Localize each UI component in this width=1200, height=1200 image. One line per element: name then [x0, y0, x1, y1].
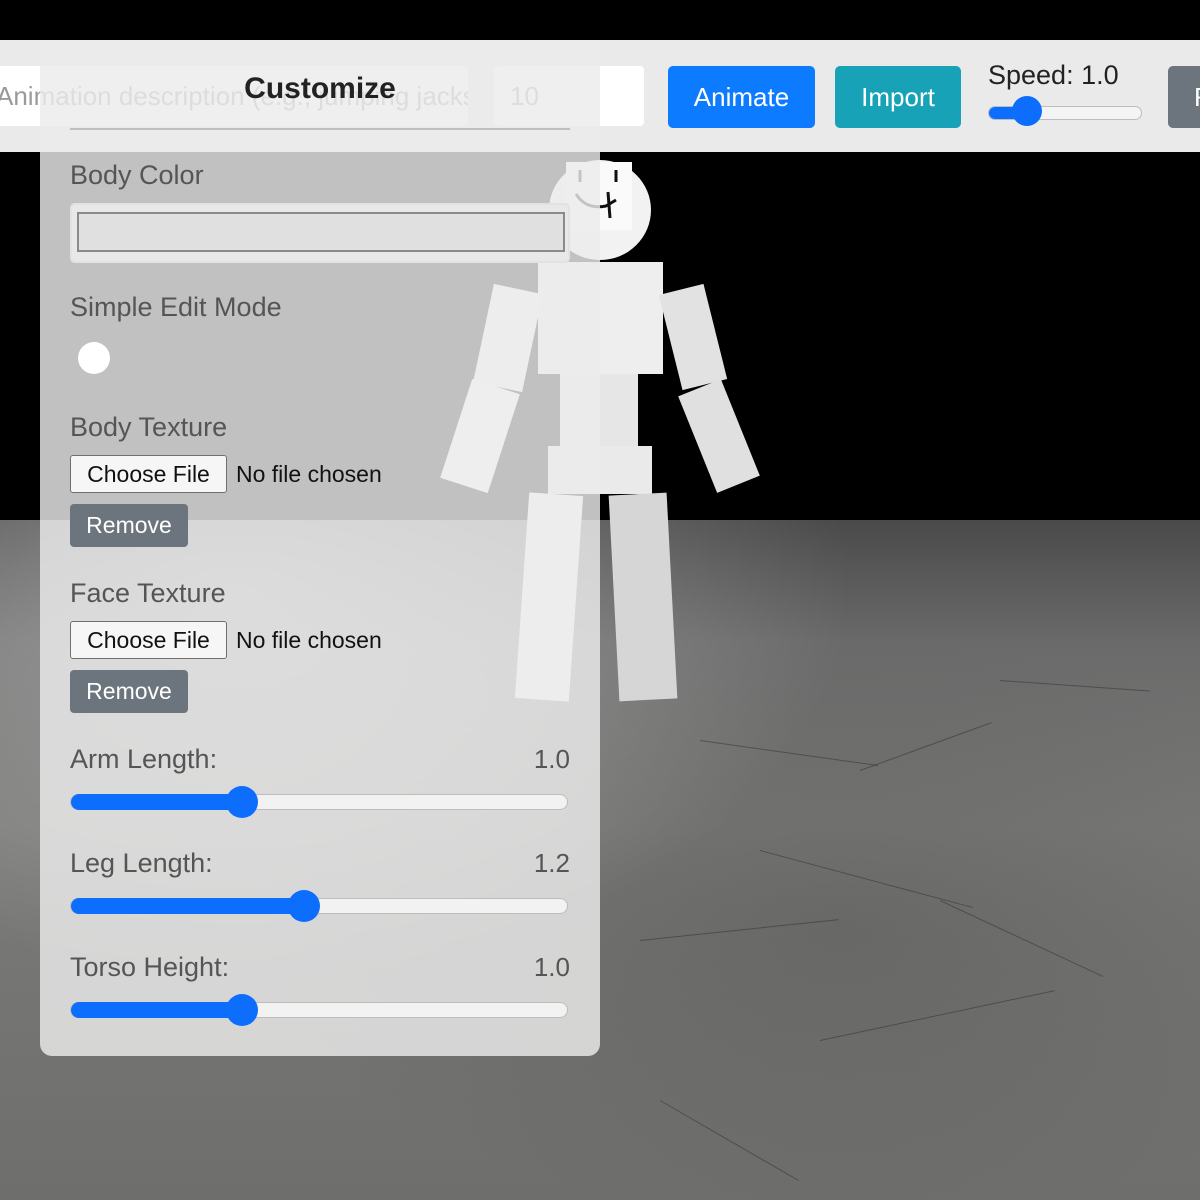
arm-length-value: 1.0 [533, 744, 570, 774]
torso-height-value: 1.0 [533, 952, 570, 982]
leg-length-value: 1.2 [533, 848, 570, 878]
body-texture-file-status: No file chosen [236, 461, 382, 487]
animate-button[interactable]: Animate [668, 66, 815, 128]
arm-length-slider-thumb[interactable] [225, 786, 258, 818]
customize-panel: Customize Body Color Simple Edit Mode Bo… [40, 40, 600, 1056]
leg-length-slider-fill [71, 898, 306, 914]
body-texture-choose-file-button[interactable]: Choose File [70, 455, 227, 493]
speed-slider-thumb[interactable] [1011, 96, 1042, 126]
arm-length-label: Arm Length: [70, 744, 218, 774]
leg-length-slider-thumb[interactable] [288, 890, 321, 922]
torso-height-label: Torso Height: [70, 952, 230, 982]
toolbar-extra-button[interactable]: R [1168, 66, 1200, 128]
body-color-label: Body Color [70, 160, 204, 190]
face-texture-file-status: No file chosen [236, 627, 382, 653]
body-texture-remove-button[interactable]: Remove [70, 504, 188, 547]
face-texture-remove-button[interactable]: Remove [70, 670, 188, 713]
torso-height-slider-fill [71, 1002, 243, 1018]
arm-length-slider-fill [71, 794, 243, 810]
speed-slider-track[interactable] [988, 106, 1142, 120]
import-button[interactable]: Import [835, 66, 961, 128]
character-right-leg [608, 492, 678, 702]
arm-length-slider-track[interactable] [70, 794, 568, 810]
speed-label: Speed: 1.0 [988, 60, 1119, 90]
body-color-swatch[interactable] [77, 212, 565, 252]
body-texture-label: Body Texture [70, 412, 228, 442]
simple-edit-mode-label: Simple Edit Mode [70, 292, 282, 322]
body-color-picker[interactable] [70, 203, 570, 263]
torso-height-slider-thumb[interactable] [225, 994, 258, 1026]
title-divider [70, 128, 570, 130]
face-texture-label: Face Texture [70, 578, 226, 608]
face-texture-choose-file-button[interactable]: Choose File [70, 621, 227, 659]
simple-edit-mode-toggle[interactable] [78, 342, 110, 374]
leg-length-label: Leg Length: [70, 848, 213, 878]
torso-height-slider-track[interactable] [70, 1002, 568, 1018]
panel-title: Customize [244, 72, 396, 105]
app-viewport: Animate Import Speed: 1.0 R Customize Bo… [0, 0, 1200, 1200]
